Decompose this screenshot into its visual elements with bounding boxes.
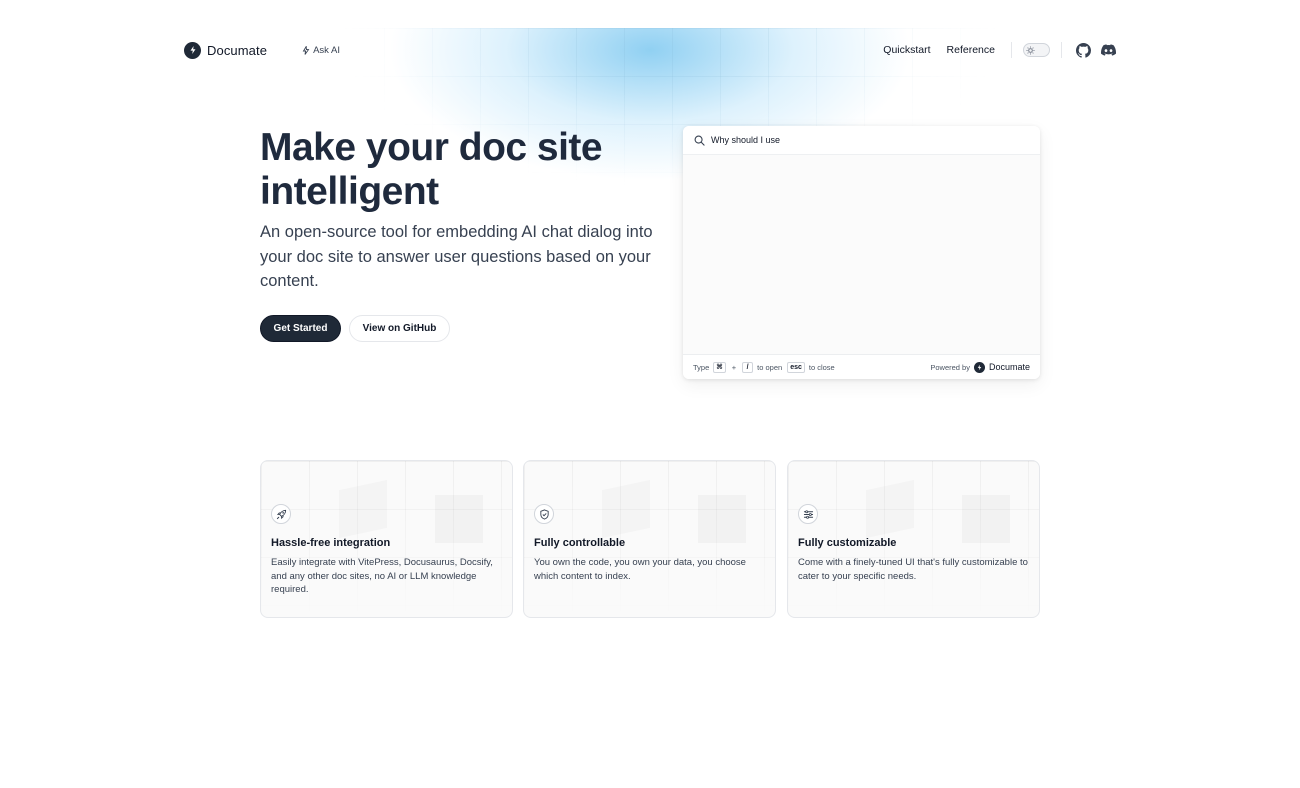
top-nav: Documate Ask AI Quickstart Reference: [184, 38, 1116, 62]
card-background-shade: [866, 480, 914, 538]
search-icon: [694, 135, 705, 146]
feature-card-customizable: Fully customizable Come with a finely-tu…: [787, 460, 1040, 618]
feature-title: Fully customizable: [798, 537, 897, 549]
kbd-cmd: ⌘: [713, 361, 726, 373]
card-background-shade: [435, 495, 483, 543]
kbd-slash: /: [742, 361, 754, 373]
feature-title: Hassle-free integration: [271, 537, 391, 549]
powered-by-label: Powered by: [930, 362, 970, 372]
nav-divider: [1011, 42, 1012, 58]
feature-card-controllable: Fully controllable You own the code, you…: [523, 460, 776, 618]
footer-type-label: Type: [693, 362, 710, 372]
card-background-shade: [339, 480, 387, 538]
sparkle-icon: [302, 45, 310, 55]
hero-title: Make your doc site intelligent: [260, 126, 603, 213]
discord-icon[interactable]: [1101, 43, 1116, 58]
kbd-esc: esc: [787, 361, 805, 373]
brand-name: Documate: [207, 42, 268, 58]
dialog-search-bar: [683, 126, 1040, 155]
ask-ai-button[interactable]: Ask AI: [302, 45, 340, 56]
view-on-github-button[interactable]: View on GitHub: [349, 315, 450, 342]
sun-icon: [1026, 45, 1035, 55]
get-started-button[interactable]: Get Started: [260, 315, 341, 342]
theme-toggle[interactable]: [1023, 43, 1050, 57]
sliders-icon: [798, 504, 818, 524]
feature-description: You own the code, you own your data, you…: [534, 557, 746, 582]
nav-link-reference[interactable]: Reference: [947, 44, 995, 56]
dialog-question-input[interactable]: [711, 135, 1011, 145]
rocket-icon: [271, 504, 291, 524]
feature-description: Come with a finely-tuned UI that's fully…: [798, 557, 1028, 582]
hero-subtitle: An open-source tool for embedding AI cha…: [260, 223, 653, 290]
ask-ai-label: Ask AI: [313, 44, 340, 56]
powered-by-link[interactable]: Powered by Documate: [930, 361, 1030, 373]
footer-to-open: to open: [757, 362, 783, 372]
dialog-answer-area: [683, 155, 1040, 354]
footer-to-close: to close: [808, 362, 835, 372]
card-background-shade: [962, 495, 1010, 543]
card-background-shade: [602, 480, 650, 538]
footer-plus: +: [731, 362, 737, 372]
nav-divider: [1061, 42, 1062, 58]
shield-check-icon: [534, 504, 554, 524]
dialog-footer: Type ⌘ + / to open esc to close Powered …: [683, 354, 1040, 379]
feature-description: Easily integrate with VitePress, Docusau…: [271, 557, 493, 595]
footer-brand-name: Documate: [988, 362, 1030, 372]
feature-title: Fully controllable: [534, 537, 626, 549]
feature-card-integration: Hassle-free integration Easily integrate…: [260, 460, 513, 618]
nav-right: Quickstart Reference: [883, 42, 1116, 58]
brand-link[interactable]: Documate: [184, 41, 268, 59]
ai-chat-dialog: Type ⌘ + / to open esc to close Powered …: [683, 126, 1040, 379]
card-background-shade: [698, 495, 746, 543]
github-icon[interactable]: [1076, 42, 1091, 58]
documate-logo-icon: [184, 41, 201, 59]
documate-logo-icon: [973, 361, 985, 373]
nav-link-quickstart[interactable]: Quickstart: [883, 44, 930, 56]
